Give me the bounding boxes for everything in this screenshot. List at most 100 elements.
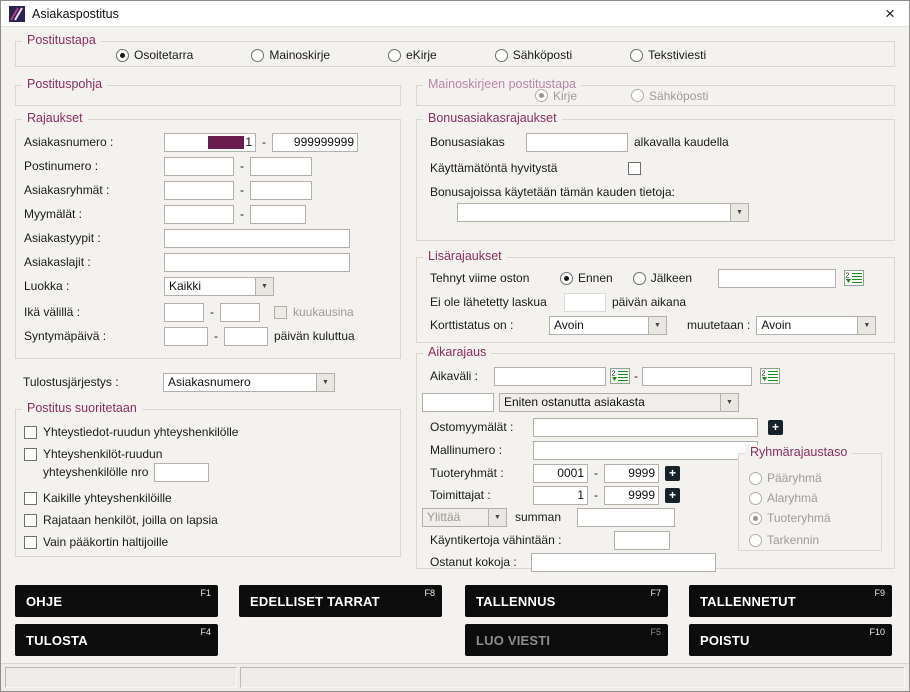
ryhmarajaustaso-group: Ryhmärajaustaso Pääryhmä Alaryhmä Tuoter… xyxy=(738,453,882,551)
add-ostomyymalat-button[interactable]: + xyxy=(768,420,783,435)
tuoteryhmat-to-input[interactable] xyxy=(604,464,659,483)
eniten-select[interactable]: Eniten ostanutta asiakasta ▼ xyxy=(499,393,739,412)
postinumero-to-input[interactable] xyxy=(250,157,312,176)
chevron-down-icon: ▼ xyxy=(720,394,738,411)
maara-input[interactable] xyxy=(422,393,494,412)
radio-ekirje[interactable]: eKirje xyxy=(388,48,437,62)
edelliset-tarrat-button[interactable]: EDELLISET TARRAT F8 xyxy=(239,585,442,617)
ostomyymalat-input[interactable] xyxy=(533,418,758,437)
bonuskausi-select[interactable]: ▼ xyxy=(457,203,749,222)
asiakasnumero-from-input[interactable]: 1 xyxy=(164,133,256,152)
korttistatus-select[interactable]: Avoin ▼ xyxy=(549,316,667,335)
mallinumero-input[interactable] xyxy=(533,441,758,460)
radio-jalkeen[interactable]: Jälkeen xyxy=(633,271,692,285)
radio-tuoteryhma[interactable]: Tuoteryhmä xyxy=(749,511,831,525)
svg-text:2: 2 xyxy=(846,273,850,280)
calendar-icon[interactable]: 2 xyxy=(844,270,864,286)
syntymapaiva-to-input[interactable] xyxy=(224,327,268,346)
yhteyshenkilot-checkbox[interactable] xyxy=(24,448,37,461)
summa-input[interactable] xyxy=(577,508,675,527)
toimittajat-from-input[interactable] xyxy=(533,486,588,505)
radio-sahkoposti[interactable]: Sähköposti xyxy=(495,48,572,62)
calendar-icon[interactable]: 2 xyxy=(610,368,630,384)
group-title: Aikarajaus xyxy=(423,345,491,359)
field-label: Ikä välillä : xyxy=(24,305,158,319)
lapsia-checkbox[interactable] xyxy=(24,514,37,527)
toimittajat-to-input[interactable] xyxy=(604,486,659,505)
rajaukset-group: Rajaukset Asiakasnumero : 1 - Postinumer… xyxy=(15,119,401,359)
aikavali-to-input[interactable] xyxy=(642,367,752,386)
field-label: Luokka : xyxy=(24,279,158,293)
radio-label: Sähköposti xyxy=(649,89,708,103)
field-suffix: päivän aikana xyxy=(612,295,686,309)
aikavali-from-input[interactable] xyxy=(494,367,606,386)
calendar-icon[interactable]: 2 xyxy=(760,368,780,384)
radio-icon xyxy=(749,472,762,485)
radio-sahkoposti-mainos[interactable]: Sähköposti xyxy=(631,89,708,103)
poistu-button[interactable]: POISTU F10 xyxy=(689,624,892,656)
titlebar[interactable]: Asiakaspostitus × xyxy=(1,1,909,27)
field-label: Toimittajat : xyxy=(430,488,527,502)
tulostusjarjestys-select[interactable]: Asiakasnumero ▼ xyxy=(163,373,335,392)
mainoskirje-tapa-group: Mainoskirjeen postitustapa Kirje Sähköpo… xyxy=(416,85,895,106)
laskua-paivat-input[interactable] xyxy=(564,293,606,312)
radio-icon xyxy=(251,49,264,62)
tulosta-button[interactable]: TULOSTA F4 xyxy=(15,624,218,656)
range-dash: - xyxy=(594,466,598,480)
select-value: Eniten ostanutta asiakasta xyxy=(504,395,645,409)
luokka-select[interactable]: Kaikki ▼ xyxy=(164,277,274,296)
bonusasiakas-input[interactable] xyxy=(526,133,628,152)
asiakaslajit-input[interactable] xyxy=(164,253,350,272)
postinumero-from-input[interactable] xyxy=(164,157,234,176)
yhteyshenkilo-nro-input[interactable] xyxy=(154,463,209,482)
range-dash: - xyxy=(594,488,598,502)
range-dash: - xyxy=(240,159,244,173)
asiakastyypit-input[interactable] xyxy=(164,229,350,248)
asiakasryhmat-from-input[interactable] xyxy=(164,181,234,200)
asiakasryhmat-to-input[interactable] xyxy=(250,181,312,200)
syntymapaiva-from-input[interactable] xyxy=(164,327,208,346)
yhteystiedot-checkbox[interactable] xyxy=(24,426,37,439)
radio-label: Osoitetarra xyxy=(134,48,193,62)
radio-osoitetarra[interactable]: Osoitetarra xyxy=(116,48,193,62)
tehnyt-date-input[interactable] xyxy=(718,269,836,288)
fkey-label: F7 xyxy=(650,588,661,598)
radio-label: Alaryhmä xyxy=(767,491,818,505)
asiakasnumero-to-input[interactable] xyxy=(272,133,358,152)
radio-alaryhma[interactable]: Alaryhmä xyxy=(749,491,818,505)
radio-icon xyxy=(560,272,573,285)
ylittaa-select[interactable]: Ylittää ▼ xyxy=(422,508,507,527)
close-icon[interactable]: × xyxy=(879,3,901,25)
paakortti-checkbox[interactable] xyxy=(24,536,37,549)
radio-tarkennin[interactable]: Tarkennin xyxy=(749,533,819,547)
hyvitys-checkbox[interactable] xyxy=(628,162,641,175)
radio-tekstiviesti[interactable]: Tekstiviesti xyxy=(630,48,706,62)
tuoteryhmat-from-input[interactable] xyxy=(533,464,588,483)
kaikille-checkbox[interactable] xyxy=(24,492,37,505)
myymalat-to-input[interactable] xyxy=(250,205,306,224)
tallennetut-button[interactable]: TALLENNETUT F9 xyxy=(689,585,892,617)
radio-icon xyxy=(749,512,762,525)
ohje-button[interactable]: OHJE F1 xyxy=(15,585,218,617)
ika-to-input[interactable] xyxy=(220,303,260,322)
ika-from-input[interactable] xyxy=(164,303,204,322)
myymalat-from-input[interactable] xyxy=(164,205,234,224)
add-tuoteryhmat-button[interactable]: + xyxy=(665,466,680,481)
add-toimittajat-button[interactable]: + xyxy=(665,488,680,503)
field-suffix: alkavalla kaudella xyxy=(634,135,729,149)
radio-paaryhma[interactable]: Pääryhmä xyxy=(749,471,822,485)
select-value: Asiakasnumero xyxy=(168,375,251,389)
muutetaan-select[interactable]: Avoin ▼ xyxy=(756,316,876,335)
ostanut-kokoja-input[interactable] xyxy=(531,553,716,572)
radio-mainoskirje[interactable]: Mainoskirje xyxy=(251,48,330,62)
field-label: Ei ole lähetetty laskua xyxy=(430,295,558,309)
field-label: Aikaväli : xyxy=(430,369,490,383)
luo-viesti-button: LUO VIESTI F5 xyxy=(465,624,668,656)
tallennus-button[interactable]: TALLENNUS F7 xyxy=(465,585,668,617)
kayntikerrat-input[interactable] xyxy=(614,531,670,550)
group-title: Postitustapa xyxy=(22,33,101,47)
kuukausina-checkbox[interactable] xyxy=(274,306,287,319)
radio-kirje[interactable]: Kirje xyxy=(535,89,577,103)
field-label: Tulostusjärjestys : xyxy=(23,375,157,389)
radio-ennen[interactable]: Ennen xyxy=(560,271,613,285)
